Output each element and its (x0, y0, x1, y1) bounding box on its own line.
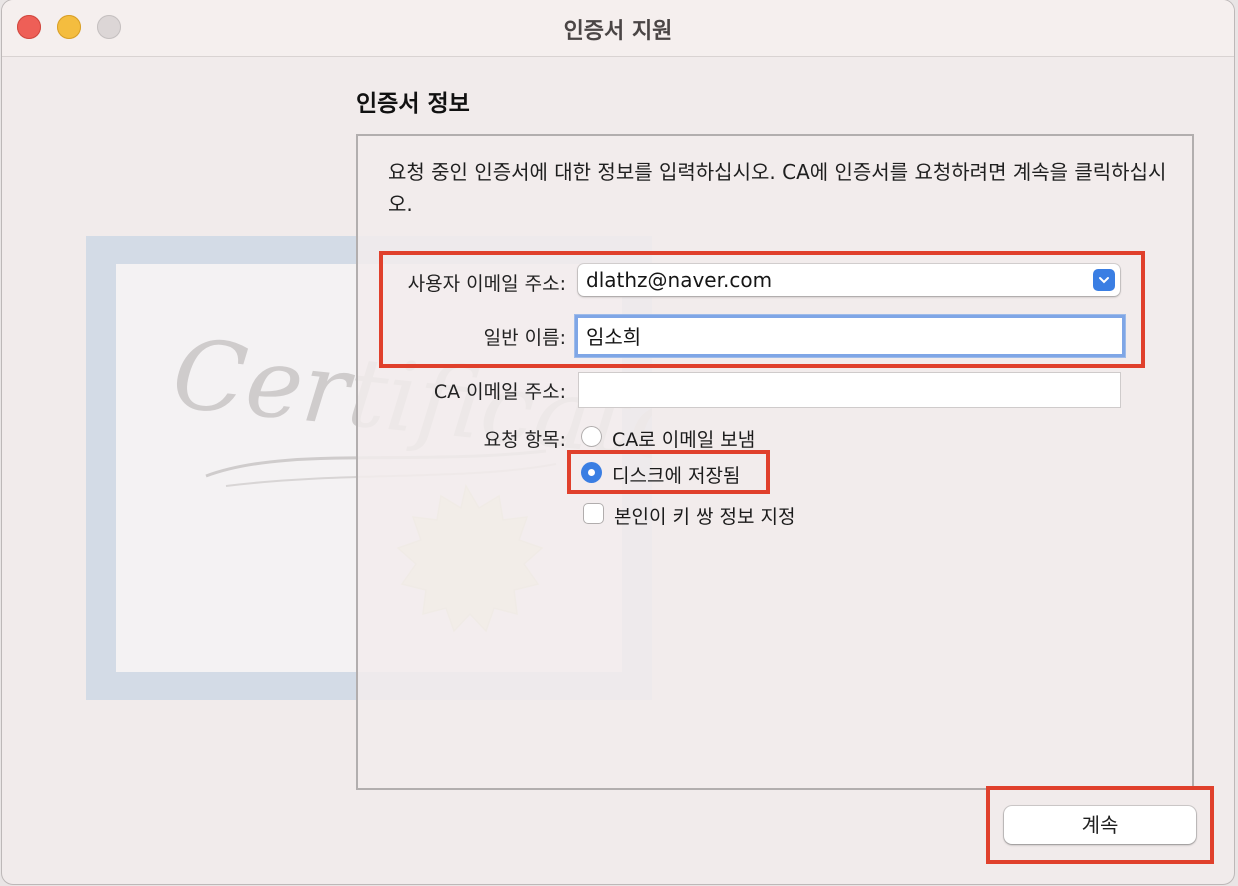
request-label: 요청 항목: (483, 429, 566, 451)
instructions-text: 요청 중인 인증서에 대한 정보를 입력하십시오. CA에 인증서를 요청하려면… (388, 160, 1167, 216)
highlight-box-email-name (379, 251, 1145, 368)
email-ca-radio[interactable] (581, 426, 602, 447)
info-panel (356, 134, 1194, 790)
title-bar: 인증서 지원 (2, 0, 1234, 57)
window-title: 인증서 지원 (563, 19, 673, 44)
highlight-box-save-disk (567, 450, 770, 494)
email-ca-option-label[interactable]: CA로 이메일 보냄 (612, 425, 755, 452)
ca-email-field[interactable] (578, 372, 1121, 408)
specify-keypair-checkbox[interactable] (583, 503, 604, 524)
section-title: 인증서 정보 (356, 91, 470, 117)
specify-keypair-label[interactable]: 본인이 키 쌍 정보 지정 (614, 502, 795, 529)
ca-email-label: CA 이메일 주소: (433, 381, 566, 403)
highlight-box-continue (986, 786, 1214, 864)
